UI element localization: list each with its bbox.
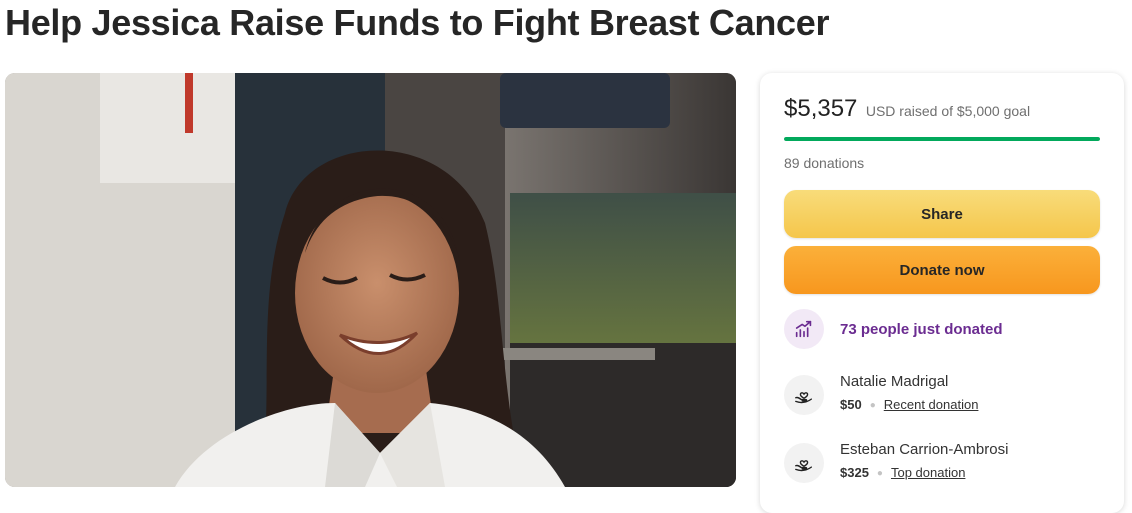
trend-up-icon [784, 309, 824, 349]
donor-meta: $325 ● Top donation [840, 465, 965, 480]
progress-fill [784, 137, 1100, 141]
donation-card: $5,357 USD raised of $5,000 goal 89 dona… [760, 73, 1124, 513]
donation-count: 89 donations [784, 155, 865, 171]
donor-item: Esteban Carrion-Ambrosi $325 ● Top donatio… [784, 441, 1104, 489]
donate-now-button[interactable]: Donate now [784, 246, 1100, 294]
hero-photo [5, 73, 736, 487]
photo-of-smiling-woman [5, 73, 736, 487]
page-title: Help Jessica Raise Funds to Fight Breast… [5, 2, 830, 43]
top-donation-link[interactable]: Top donation [891, 465, 965, 480]
separator-dot: ● [869, 400, 876, 412]
trending-donations[interactable]: 73 people just donated [840, 321, 1003, 338]
donor-name: Esteban Carrion-Ambrosi [840, 441, 1009, 458]
raised-summary: $5,357 USD raised of $5,000 goal [784, 95, 1030, 123]
goal-text: USD raised of $5,000 goal [865, 103, 1031, 119]
progress-bar [784, 137, 1100, 141]
heart-hand-icon [784, 443, 824, 483]
donor-meta: $50 ● Recent donation [840, 397, 978, 412]
heart-hand-icon [784, 375, 824, 415]
donor-name: Natalie Madrigal [840, 373, 949, 390]
separator-dot: ● [876, 468, 883, 480]
recent-donation-link[interactable]: Recent donation [884, 397, 979, 412]
donor-amount: $50 [840, 397, 862, 412]
donor-amount: $325 [840, 465, 869, 480]
amount-raised: $5,357 [784, 95, 858, 122]
share-button[interactable]: Share [784, 190, 1100, 238]
donor-item: Natalie Madrigal $50 ● Recent donation [784, 373, 1104, 421]
